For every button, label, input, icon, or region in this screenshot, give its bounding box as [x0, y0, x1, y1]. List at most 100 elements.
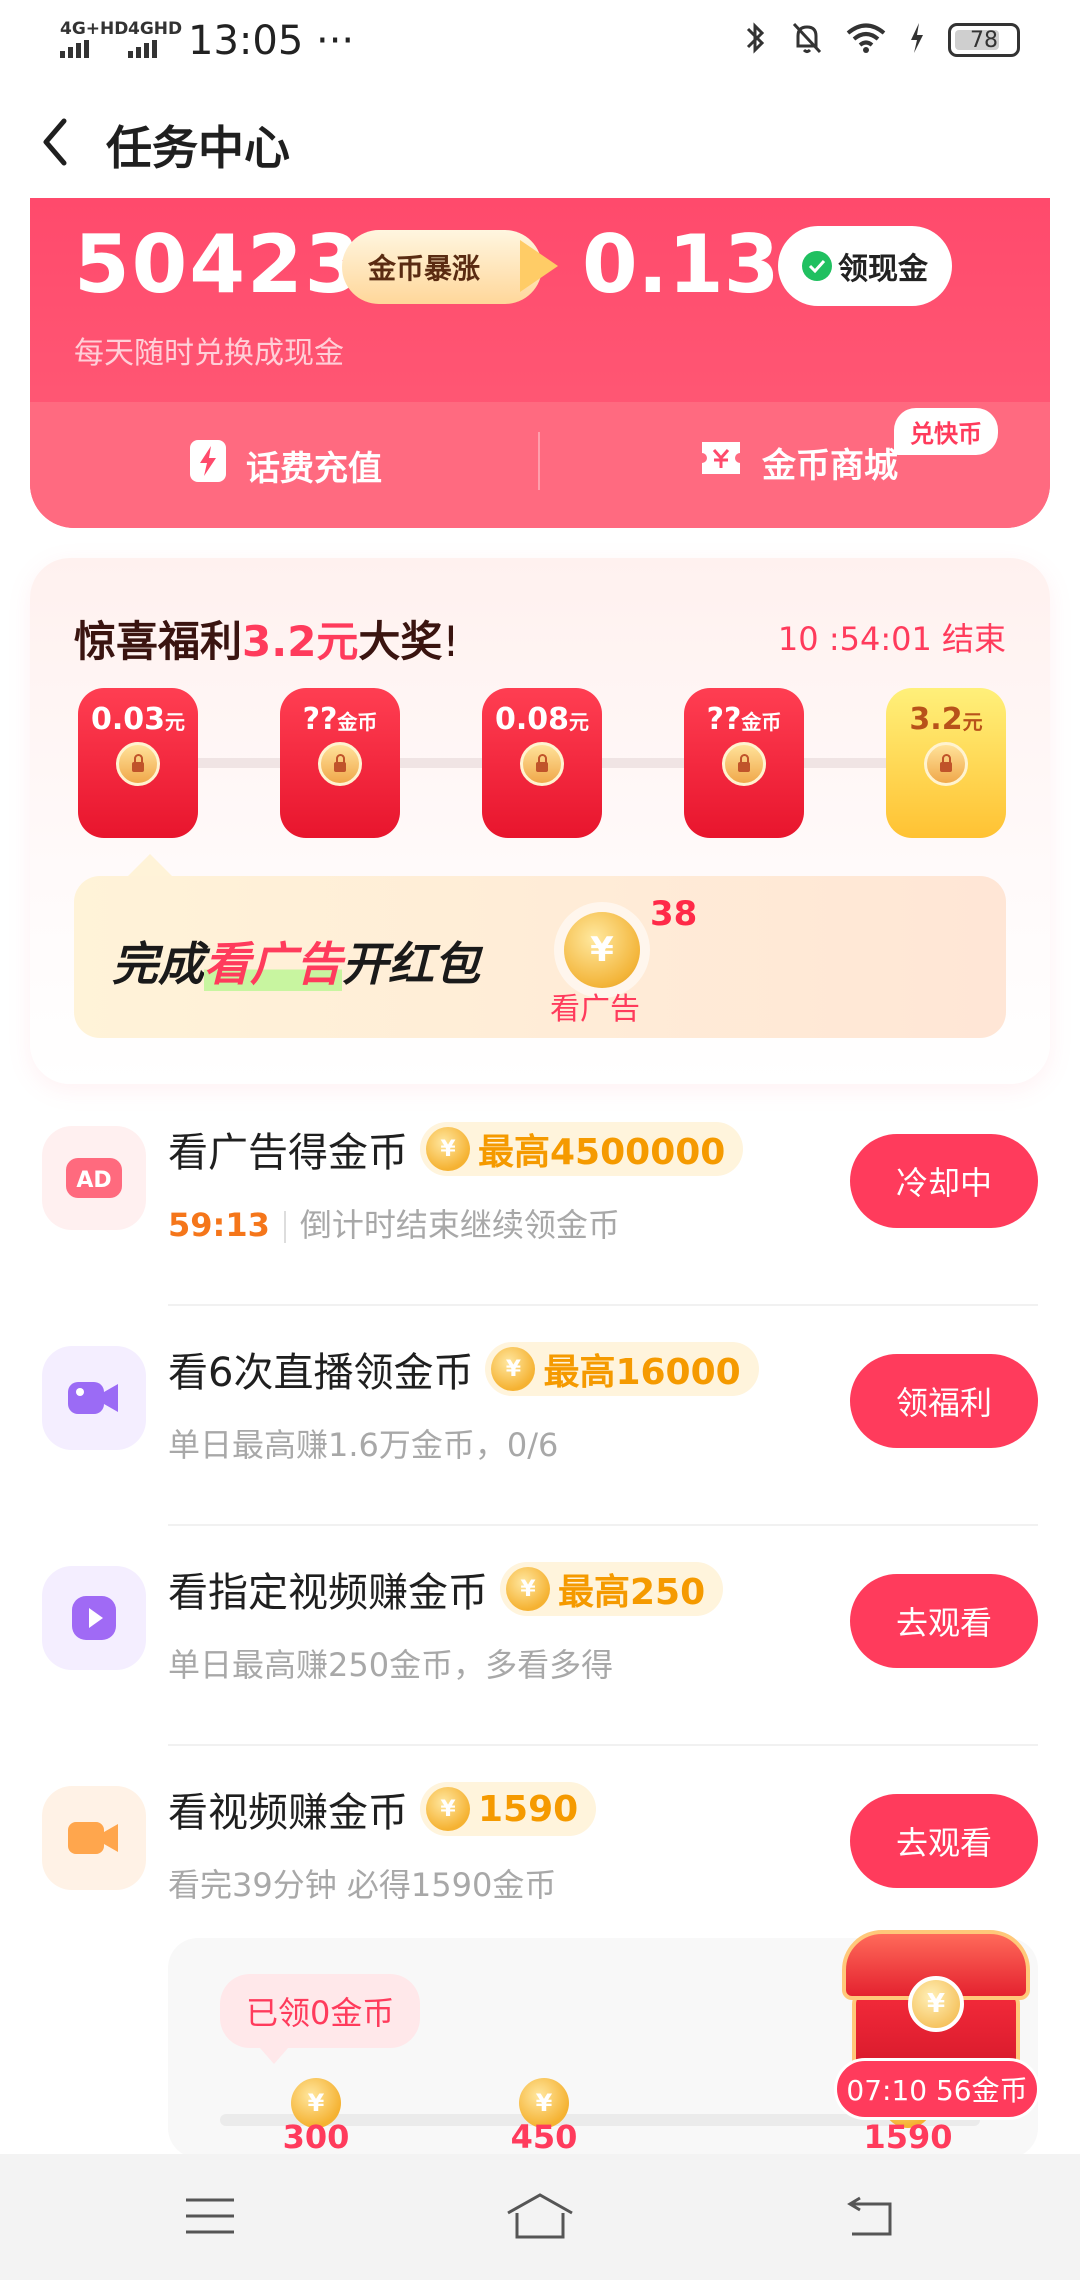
sim2-network-label: 4GHD	[128, 19, 183, 39]
sim2-signal: 4GHD	[128, 20, 182, 58]
milestone-value: 450	[510, 2118, 578, 2156]
envelope-amount: 3.2元	[909, 702, 983, 737]
task-description: 单日最高赚250金币，多看多得	[168, 1646, 614, 1684]
cooldown-button[interactable]: 冷却中	[850, 1134, 1038, 1228]
coin-icon: ¥	[506, 1567, 550, 1611]
claim-welfare-button[interactable]: 领福利	[850, 1354, 1038, 1448]
chevron-left-icon	[40, 117, 70, 171]
grand-prize-envelope[interactable]: 3.2元	[886, 688, 1006, 838]
coin-balance: 50423	[74, 218, 363, 311]
reward-badge: ¥ 最高250	[500, 1562, 724, 1616]
menu-icon	[184, 2196, 236, 2240]
milestone-value: 300	[282, 2118, 350, 2156]
cash-balance: 0.13	[582, 218, 780, 311]
withdraw-cash-label: 领现金	[838, 252, 928, 287]
envelope-amount: 0.03元	[90, 702, 186, 737]
task-row: AD 看广告得金币 ¥ 最高4500000 59:13 倒计时结束继续领金币 冷却中	[0, 1086, 1080, 1306]
system-nav-bar	[0, 2154, 1080, 2280]
exchange-kuaibi-tag: 兑快币	[894, 408, 998, 455]
cooldown-timer: 59:13	[168, 1206, 270, 1244]
mute-bell-icon	[790, 20, 824, 60]
lock-icon	[116, 742, 160, 786]
play-icon	[42, 1566, 146, 1670]
coin-icon: ¥	[426, 1787, 470, 1831]
ad-count-badge: 38	[650, 894, 698, 934]
back-button[interactable]	[30, 114, 80, 174]
task-row: 看6次直播领金币 ¥ 最高16000 单日最高赚1.6万金币，0/6 领福利	[0, 1306, 1080, 1526]
task-row: 看指定视频赚金币 ¥ 最高250 单日最高赚250金币，多看多得 去观看	[0, 1526, 1080, 1746]
signal-bars-icon	[128, 40, 182, 58]
chest-timer-badge[interactable]: 07:10 56金币	[834, 2058, 1040, 2120]
svg-text:AD: AD	[76, 1168, 111, 1193]
wechat-icon	[802, 251, 832, 281]
task-title: 看指定视频赚金币 ¥ 最高250	[168, 1560, 724, 1618]
watch-button[interactable]: 去观看	[850, 1574, 1038, 1668]
coin-card-actions: 话费充值 金币商城 兑快币	[30, 402, 1050, 528]
status-icons: 78	[744, 20, 1020, 60]
red-envelope[interactable]: ??金币	[280, 688, 400, 838]
envelope-amount: 0.08元	[494, 702, 590, 737]
coin-icon: ¥	[491, 1347, 536, 1391]
withdraw-cash-button[interactable]: 领现金	[778, 226, 952, 306]
home-icon	[505, 2191, 575, 2245]
task-description: 看完39分钟 必得1590金币	[168, 1866, 557, 1904]
milestone[interactable]: ¥ 300	[266, 2078, 366, 2156]
claimed-coins-bubble: 已领0金币	[220, 1974, 421, 2064]
page-title: 任务中心	[106, 121, 290, 175]
status-time: 13:05 ···	[188, 18, 355, 64]
watch-button[interactable]: 去观看	[850, 1794, 1038, 1888]
menu-button[interactable]	[180, 2190, 240, 2246]
charging-icon	[908, 21, 926, 59]
milestone[interactable]: ¥ 450	[494, 2078, 594, 2156]
welfare-title: 惊喜福利3.2元大奖!	[74, 617, 460, 666]
signal-bars-icon	[60, 40, 128, 58]
welfare-countdown: 10 :54:01 结束	[777, 620, 1006, 658]
task-description: 59:13 倒计时结束继续领金币	[168, 1206, 620, 1244]
coin-icon: ¥	[908, 1976, 964, 2032]
lightning-icon	[188, 438, 228, 493]
lock-icon	[520, 742, 564, 786]
divider	[538, 432, 540, 490]
return-icon	[844, 2194, 896, 2242]
live-camera-icon	[42, 1346, 146, 1450]
task-title: 看广告得金币 ¥ 最高4500000	[168, 1120, 744, 1178]
video-camera-icon	[42, 1786, 146, 1890]
milestone-value: 1590	[863, 2118, 953, 2156]
battery-indicator: 78	[948, 23, 1020, 57]
red-envelope[interactable]: ??金币	[684, 688, 804, 838]
coin-balance-card: 50423 金币暴涨 0.13 领现金 每天随时兑换成现金 话费充值 金币商城 …	[30, 198, 1050, 528]
coin-mall-button[interactable]: 金币商城	[698, 438, 898, 487]
watch-ad-label: 看广告	[550, 992, 640, 1027]
red-envelope[interactable]: 0.08元	[482, 688, 602, 838]
sim1-network-label: 4G+HD	[60, 19, 129, 39]
back-nav-button[interactable]	[840, 2190, 900, 2246]
arrow-right-icon	[520, 240, 558, 292]
bluetooth-icon	[744, 20, 768, 60]
red-envelope[interactable]: 0.03元	[78, 688, 198, 838]
lock-icon	[318, 742, 362, 786]
status-bar: 4G+HD 4GHD 13:05 ··· 78	[0, 0, 1080, 84]
coin-boost-label: 金币暴涨	[368, 252, 481, 285]
watch-ad-prompt: 完成看广告开红包	[112, 937, 480, 991]
home-button[interactable]	[507, 2190, 573, 2246]
phone-recharge-label: 话费充值	[246, 449, 382, 489]
envelope-amount: ??金币	[302, 702, 378, 737]
coin-icon: ¥	[564, 912, 640, 988]
lock-icon	[924, 742, 968, 786]
coin-boost-badge[interactable]: 金币暴涨	[342, 230, 542, 304]
exchange-hint: 每天随时兑换成现金	[74, 336, 344, 371]
wifi-icon	[846, 22, 886, 58]
envelope-amount: ??金币	[706, 702, 782, 737]
ticket-icon	[698, 438, 744, 487]
reward-badge: ¥ 最高4500000	[420, 1122, 744, 1176]
sim1-signal: 4G+HD	[60, 20, 128, 58]
coin-mall-label: 金币商城	[762, 446, 898, 486]
surprise-welfare-card: 惊喜福利3.2元大奖! 10 :54:01 结束 0.03元 ??金币 0.08…	[30, 558, 1050, 1084]
lock-icon	[722, 742, 766, 786]
more-dots: ···	[316, 18, 355, 64]
task-title: 看视频赚金币 ¥1590	[168, 1780, 597, 1838]
phone-recharge-button[interactable]: 话费充值	[188, 438, 382, 493]
header: 任务中心	[0, 84, 1080, 194]
watch-ad-panel[interactable]: 完成看广告开红包 ¥ 38 看广告	[74, 854, 1006, 1038]
task-title: 看6次直播领金币 ¥ 最高16000	[168, 1340, 759, 1398]
